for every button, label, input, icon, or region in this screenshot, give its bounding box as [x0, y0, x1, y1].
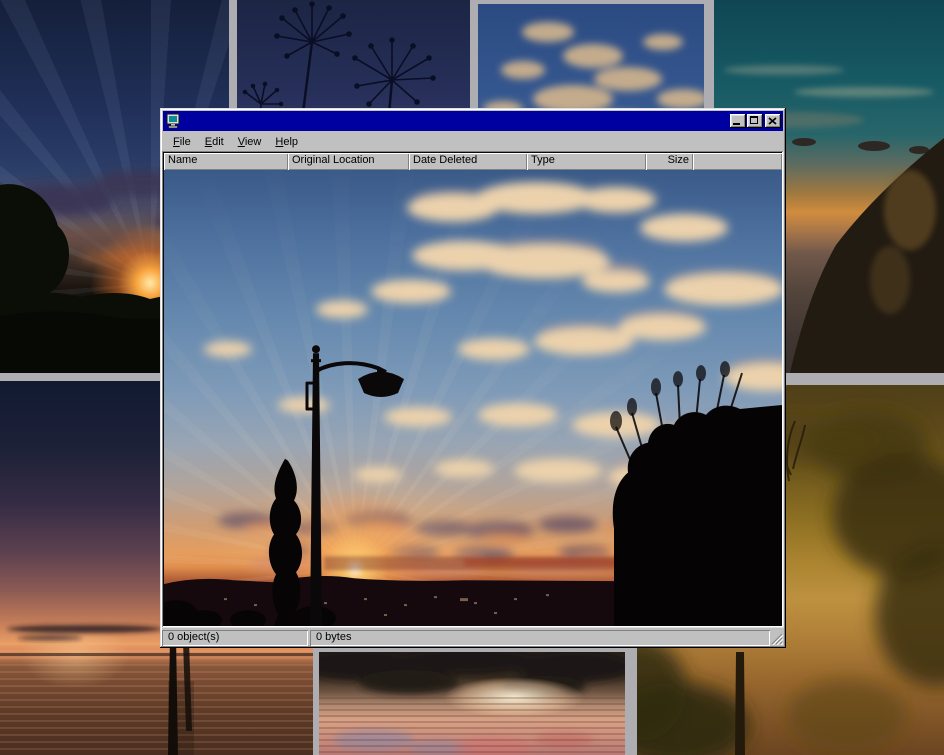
- column-header-name[interactable]: Name: [164, 153, 288, 170]
- resize-grip[interactable]: [771, 630, 784, 646]
- column-header-row: Name Original Location Date Deleted Type…: [164, 153, 782, 170]
- wallpaper-photo-water-reflection: [319, 652, 625, 755]
- menu-file[interactable]: File: [166, 134, 198, 150]
- status-object-count: 0 object(s): [162, 630, 308, 646]
- close-button[interactable]: [765, 114, 781, 128]
- maximize-button[interactable]: [747, 114, 763, 128]
- column-header-date-deleted[interactable]: Date Deleted: [409, 153, 527, 170]
- maximize-icon: [750, 116, 758, 124]
- photo-foreground-silhouettes: [164, 170, 782, 626]
- menu-bar: File Edit View Help: [162, 132, 784, 151]
- column-header-size[interactable]: Size: [646, 153, 693, 170]
- list-view: Name Original Location Date Deleted Type…: [162, 151, 784, 628]
- status-bar: 0 object(s) 0 bytes: [162, 630, 784, 646]
- column-header-type[interactable]: Type: [527, 153, 646, 170]
- minimize-button[interactable]: [730, 114, 746, 128]
- status-total-size: 0 bytes: [310, 630, 770, 646]
- minimize-icon: [733, 123, 740, 125]
- menu-help[interactable]: Help: [268, 134, 305, 150]
- recycle-bin-window: File Edit View Help Name Original Locati…: [160, 108, 786, 648]
- title-bar[interactable]: [163, 111, 783, 131]
- desktop: { "window": { "title": "", "menu": { "it…: [0, 0, 944, 755]
- resize-grip-icon: [771, 633, 783, 645]
- menu-edit[interactable]: Edit: [198, 134, 231, 150]
- computer-icon: [165, 113, 181, 129]
- close-icon: [768, 117, 777, 125]
- column-header-stub[interactable]: [693, 153, 782, 170]
- column-header-original-location[interactable]: Original Location: [288, 153, 409, 170]
- ripple-layer: [319, 697, 625, 755]
- deleted-items-viewport[interactable]: [164, 170, 782, 626]
- menu-view[interactable]: View: [231, 134, 269, 150]
